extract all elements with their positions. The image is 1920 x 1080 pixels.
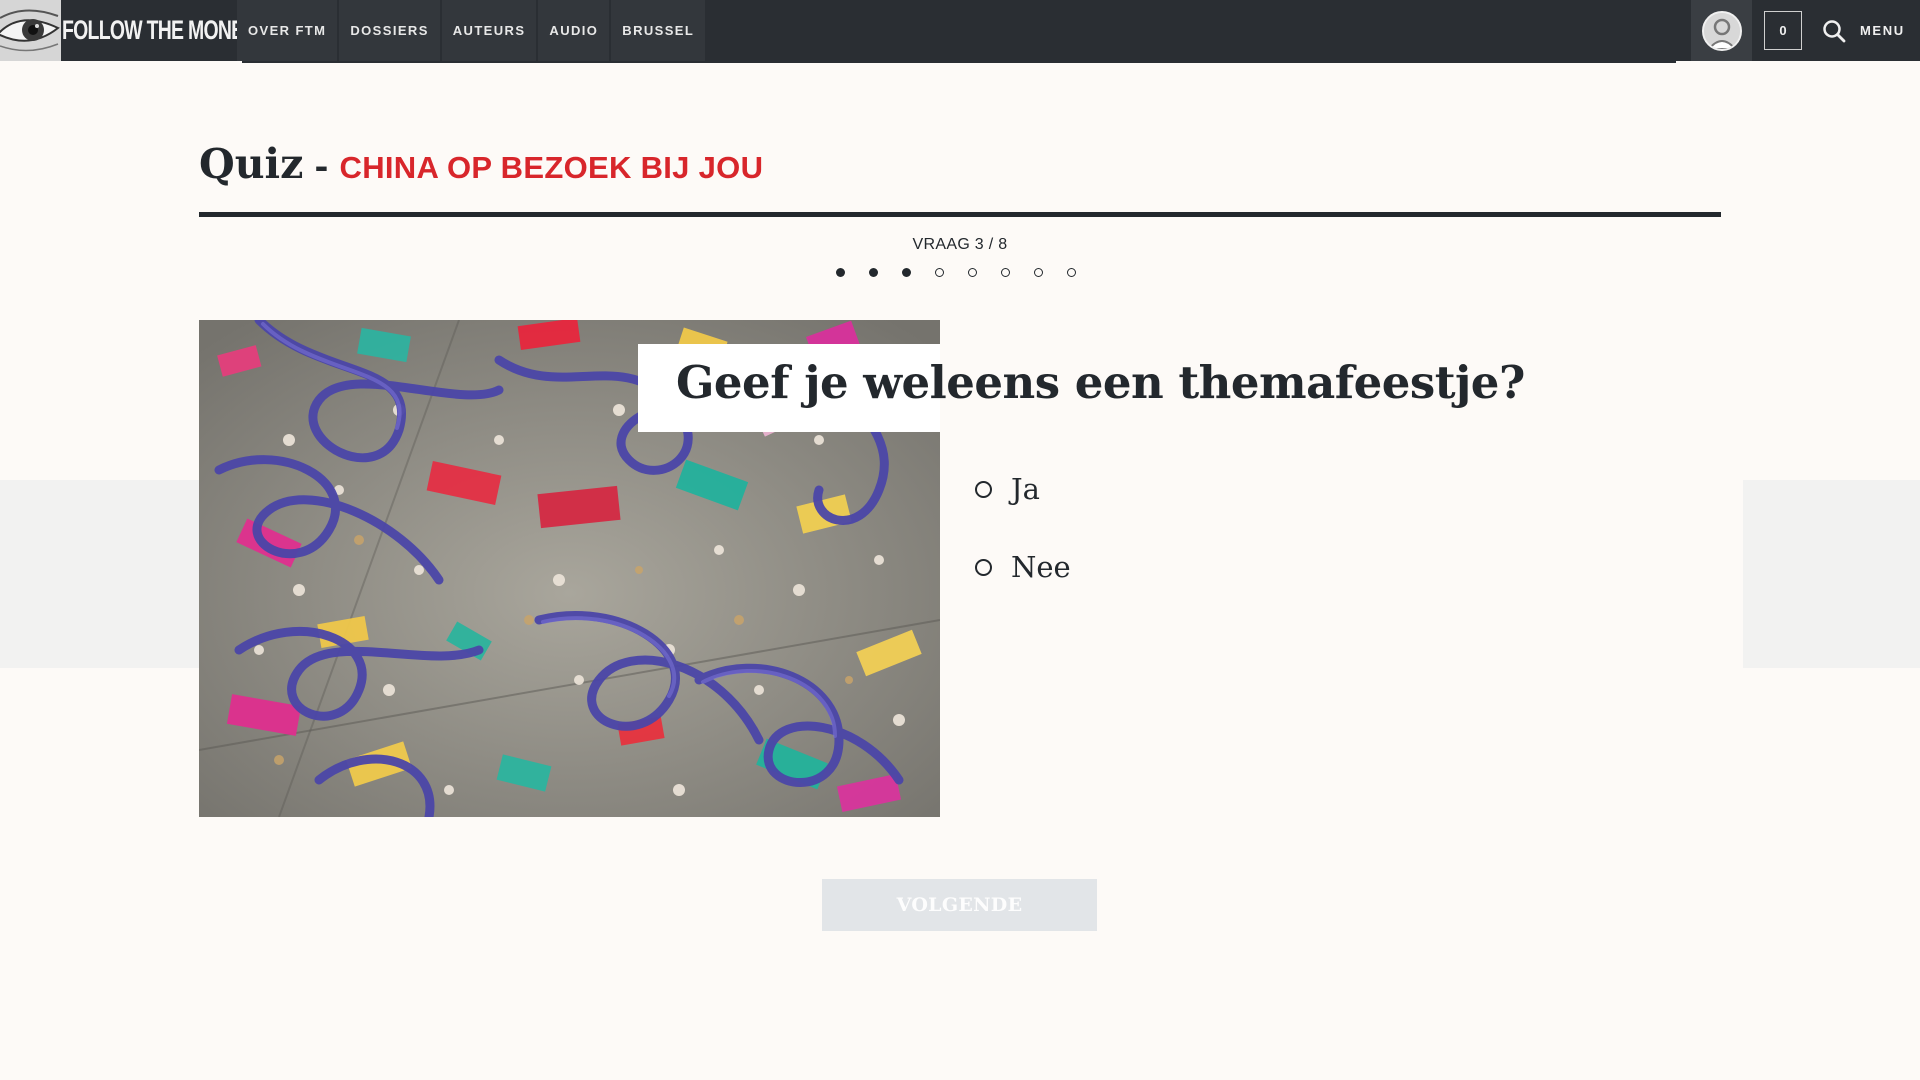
title-separator: - (314, 147, 329, 187)
progress-dot (1001, 268, 1010, 277)
progress-dot (935, 268, 944, 277)
radio-button[interactable] (975, 558, 992, 576)
progress-dot (902, 268, 911, 277)
progress-dot (869, 268, 878, 277)
progress-dot (968, 268, 977, 277)
page-title: Quiz - CHINA OP BEZOEK BIJ JOU (199, 140, 763, 200)
progress-dots (836, 268, 1100, 280)
avatar-icon (1701, 10, 1742, 51)
main-nav: OVER FTM DOSSIERS AUTEURS AUDIO BRUSSEL (237, 0, 708, 61)
progress-dot (836, 268, 845, 277)
menu-button[interactable]: MENU (1860, 0, 1920, 61)
nav-item-over-ftm[interactable]: OVER FTM (237, 0, 340, 61)
answer-option-ja[interactable]: Ja (975, 472, 1040, 506)
answer-option-nee[interactable]: Nee (975, 550, 1071, 584)
topbar-divider (242, 61, 1676, 63)
progress-dot (1067, 268, 1076, 277)
nav-item-dossiers[interactable]: DOSSIERS (339, 0, 442, 61)
nav-item-audio[interactable]: AUDIO (538, 0, 612, 61)
nav-item-brussel[interactable]: BRUSSEL (611, 0, 708, 61)
answer-label: Ja (1011, 472, 1040, 506)
quiz-label: Quiz (199, 140, 304, 188)
progress-dot (1034, 268, 1043, 277)
question-title: Geef je weleens een themafeestje? (676, 356, 1525, 409)
side-panel-left (0, 480, 199, 668)
eye-logo-icon[interactable] (0, 0, 61, 61)
search-button[interactable] (1812, 0, 1856, 61)
quiz-topic[interactable]: CHINA OP BEZOEK BIJ JOU (340, 150, 764, 186)
radio-button[interactable] (975, 480, 992, 498)
side-panel-right (1743, 480, 1920, 668)
heading-divider (199, 212, 1721, 217)
nav-item-auteurs[interactable]: AUTEURS (441, 0, 539, 61)
top-navigation-bar: FOLLOW THE MONEY OVER FTM DOSSIERS AUTEU… (0, 0, 1920, 61)
question-progress-label: VRAAG 3 / 8 (912, 236, 1008, 253)
brand-logo-text[interactable]: FOLLOW THE MONEY (62, 0, 256, 61)
search-icon (1823, 19, 1846, 42)
account-button[interactable] (1691, 0, 1752, 61)
answer-label: Nee (1011, 550, 1071, 584)
bookmark-counter[interactable]: 0 (1764, 11, 1802, 50)
next-button[interactable]: VOLGENDE (822, 879, 1097, 931)
